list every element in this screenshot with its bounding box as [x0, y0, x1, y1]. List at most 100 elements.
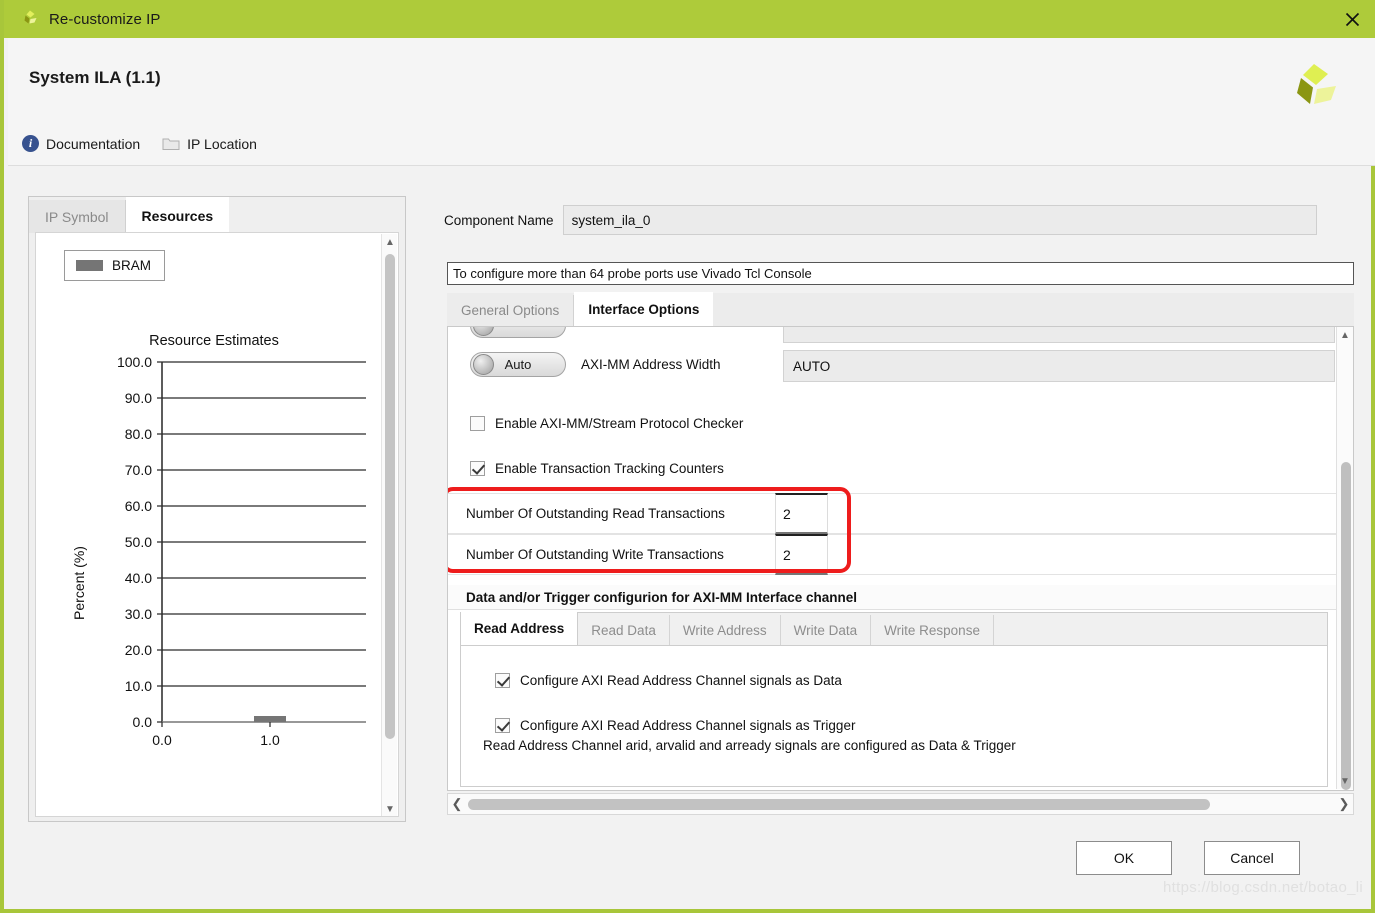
tab-write-response[interactable]: Write Response [871, 615, 994, 645]
axi-mm-address-width-toggle[interactable]: Auto [470, 352, 566, 377]
title-bar: Re-customize IP [4, 0, 1375, 38]
data-trigger-section-header: Data and/or Trigger configurion for AXI-… [448, 585, 1336, 610]
clipped-option-row [470, 327, 566, 338]
configure-as-data-label: Configure AXI Read Address Channel signa… [520, 673, 842, 688]
chart-ytick-label: 90.0 [125, 390, 152, 406]
documentation-link[interactable]: i Documentation [22, 135, 140, 152]
chart-ytick-label: 60.0 [125, 498, 152, 514]
enable-transaction-counters-row[interactable]: Enable Transaction Tracking Counters [470, 461, 724, 476]
chevron-up-icon[interactable]: ▲ [1337, 327, 1353, 343]
chart-ytick-label: 70.0 [125, 462, 152, 478]
configuration-panel: Component Name To configure more than 64… [444, 196, 1354, 822]
chart-xtick-label: 1.0 [260, 732, 280, 748]
dialog-window: Re-customize IP System ILA (1.1) i Docum… [0, 0, 1375, 913]
tab-resources[interactable]: Resources [125, 197, 230, 233]
component-name-input[interactable] [562, 205, 1317, 235]
tab-read-data-label: Read Data [591, 622, 656, 638]
preview-vertical-scrollbar[interactable]: ▲ ▼ [381, 234, 398, 816]
ip-location-link[interactable]: IP Location [162, 136, 257, 152]
chart-ytick-label: 40.0 [125, 570, 152, 586]
tab-read-data[interactable]: Read Data [578, 615, 670, 645]
chart-ylabel: Percent (%) [71, 546, 87, 620]
configure-as-data-row[interactable]: Configure AXI Read Address Channel signa… [495, 673, 842, 688]
chevron-up-icon[interactable]: ▲ [382, 234, 398, 250]
dialog-footer: OK Cancel https://blog.csdn.net/botao_li [8, 825, 1375, 905]
outstanding-write-input[interactable] [775, 534, 828, 575]
configure-as-data-checkbox[interactable] [495, 673, 510, 688]
configure-as-trigger-row[interactable]: Configure AXI Read Address Channel signa… [495, 718, 855, 733]
tab-general-options-label: General Options [461, 303, 560, 318]
enable-protocol-checker-label: Enable AXI-MM/Stream Protocol Checker [495, 416, 744, 431]
tab-write-address-label: Write Address [682, 622, 767, 638]
chevron-down-icon[interactable]: ▼ [1337, 773, 1353, 789]
window-title: Re-customize IP [49, 10, 161, 28]
tab-ip-symbol-label: IP Symbol [45, 208, 109, 225]
info-icon: i [22, 135, 39, 152]
outstanding-write-row: Number Of Outstanding Write Transactions [448, 534, 1336, 575]
enable-transaction-counters-checkbox[interactable] [470, 461, 485, 476]
chart-ytick-label: 50.0 [125, 534, 152, 550]
dialog-header: System ILA (1.1) i Documentation IP Loca… [8, 38, 1375, 166]
scrollbar-thumb[interactable] [1341, 462, 1351, 790]
tab-resources-label: Resources [141, 207, 214, 224]
chart-ytick-label: 80.0 [125, 426, 152, 442]
chart-ytick-label: 30.0 [125, 606, 152, 622]
clipped-option-value [783, 327, 1335, 343]
component-name-label: Component Name [444, 212, 554, 228]
resource-estimates-chart: Percent (%) 0.0 10.0 20.0 30.0 40.0 50.0 60.0 7… [71, 354, 366, 748]
clipped-toggle[interactable] [470, 327, 566, 338]
resources-view: BRAM Resource Estimates Percent (%) 0.0 1… [35, 232, 399, 817]
documentation-label: Documentation [46, 135, 141, 152]
enable-protocol-checker-checkbox[interactable] [470, 416, 485, 431]
tab-write-address[interactable]: Write Address [670, 615, 781, 645]
folder-icon [162, 137, 180, 151]
enable-transaction-counters-label: Enable Transaction Tracking Counters [495, 461, 724, 476]
options-tab-strip: General Options Interface Options [447, 292, 1354, 327]
chevron-right-icon[interactable]: ❯ [1335, 794, 1353, 814]
configure-as-trigger-checkbox[interactable] [495, 718, 510, 733]
scrollbar-thumb[interactable] [385, 254, 395, 739]
page-title: System ILA (1.1) [29, 68, 161, 87]
tab-general-options[interactable]: General Options [447, 295, 575, 326]
chevron-left-icon[interactable]: ❮ [448, 794, 466, 814]
close-icon[interactable] [1325, 0, 1375, 38]
channel-status-note: Read Address Channel arid, arvalid and a… [483, 738, 1016, 753]
ip-location-label: IP Location [187, 135, 257, 152]
outstanding-read-label: Number Of Outstanding Read Transactions [466, 506, 725, 521]
chart-xtick-label: 0.0 [152, 732, 172, 748]
component-name-row: Component Name [444, 205, 1317, 235]
tab-interface-options-label: Interface Options [588, 301, 700, 317]
channel-tab-strip: Read Address Read Data Write Address Wri… [461, 612, 1327, 646]
options-horizontal-scrollbar[interactable]: ❮ ❯ [447, 793, 1354, 815]
ok-button[interactable]: OK [1076, 841, 1172, 875]
tab-write-data[interactable]: Write Data [781, 615, 872, 645]
interface-options-scroll-content: Auto AXI-MM Address Width AUTO Enable AX… [448, 327, 1336, 790]
interface-options-body: Auto AXI-MM Address Width AUTO Enable AX… [447, 327, 1354, 791]
tab-interface-options[interactable]: Interface Options [574, 292, 714, 326]
outstanding-read-input[interactable] [775, 493, 828, 534]
preview-panel: IP Symbol Resources BRAM Resource Estima… [28, 196, 406, 822]
outstanding-write-label: Number Of Outstanding Write Transactions [466, 547, 724, 562]
xilinx-logo-icon [20, 9, 40, 29]
data-trigger-card: Read Address Read Data Write Address Wri… [460, 612, 1328, 787]
toggle-knob [473, 327, 494, 336]
scrollbar-thumb[interactable] [468, 798, 1210, 810]
cancel-button[interactable]: Cancel [1204, 841, 1300, 875]
axi-mm-address-width-row: Auto AXI-MM Address Width [470, 352, 721, 377]
outstanding-read-row: Number Of Outstanding Read Transactions [448, 493, 1336, 534]
header-links: i Documentation IP Location [22, 135, 257, 152]
configure-as-trigger-label: Configure AXI Read Address Channel signa… [520, 718, 856, 733]
tab-read-address[interactable]: Read Address [461, 612, 579, 645]
axi-mm-address-width-value[interactable]: AUTO [783, 350, 1335, 382]
tab-write-data-label: Write Data [793, 622, 858, 638]
tab-ip-symbol[interactable]: IP Symbol [29, 200, 126, 233]
options-vertical-scrollbar[interactable]: ▲ ▼ [1336, 327, 1353, 790]
chart-ytick-label: 20.0 [125, 642, 152, 658]
axi-mm-address-width-label: AXI-MM Address Width [581, 357, 721, 372]
enable-protocol-checker-row[interactable]: Enable AXI-MM/Stream Protocol Checker [470, 416, 743, 431]
chevron-down-icon[interactable]: ▼ [382, 801, 398, 816]
toggle-label: Auto [504, 357, 532, 372]
chart-ytick-label: 100.0 [117, 354, 152, 370]
chart-ytick-label: 10.0 [125, 678, 152, 694]
chart-bar [254, 716, 286, 722]
